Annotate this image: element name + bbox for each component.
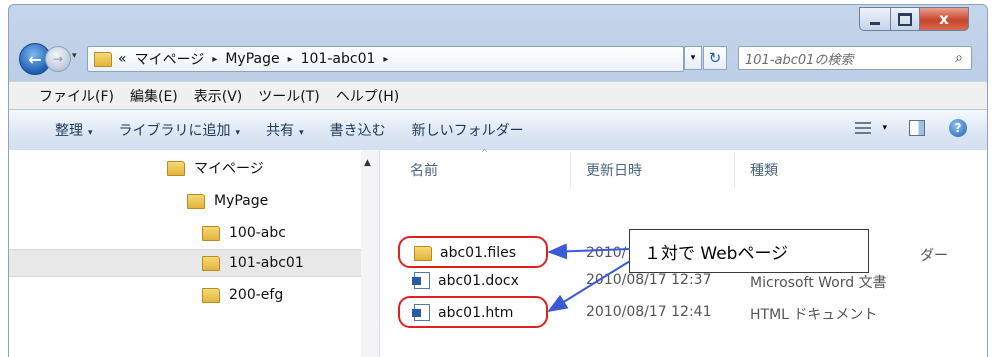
explorer-window: x ← → ▾ « マイページ ▸ MyPage ▸ 101-abc01 ▸ ▾… (8, 4, 988, 357)
annotation-arrows (547, 243, 631, 313)
arrow-to-htm (547, 260, 631, 313)
arrow-to-files (547, 243, 631, 260)
